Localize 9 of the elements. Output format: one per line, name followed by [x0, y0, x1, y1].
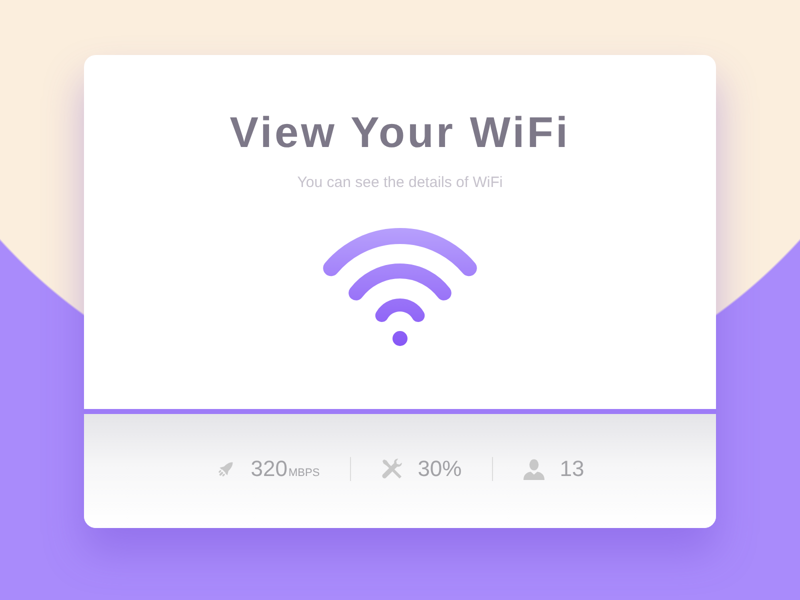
- stat-value: 320: [250, 455, 288, 483]
- card-subtitle: You can see the details of WiFi: [297, 173, 503, 193]
- stat-value: 30%: [418, 455, 462, 483]
- wifi-icon: [322, 227, 478, 347]
- card-title: View Your WiFi: [230, 108, 570, 159]
- wrench-screwdriver-icon: [380, 458, 403, 480]
- stat-unit: MBPS: [288, 466, 320, 480]
- stat-value: 13: [560, 455, 584, 483]
- person-icon: [522, 458, 545, 480]
